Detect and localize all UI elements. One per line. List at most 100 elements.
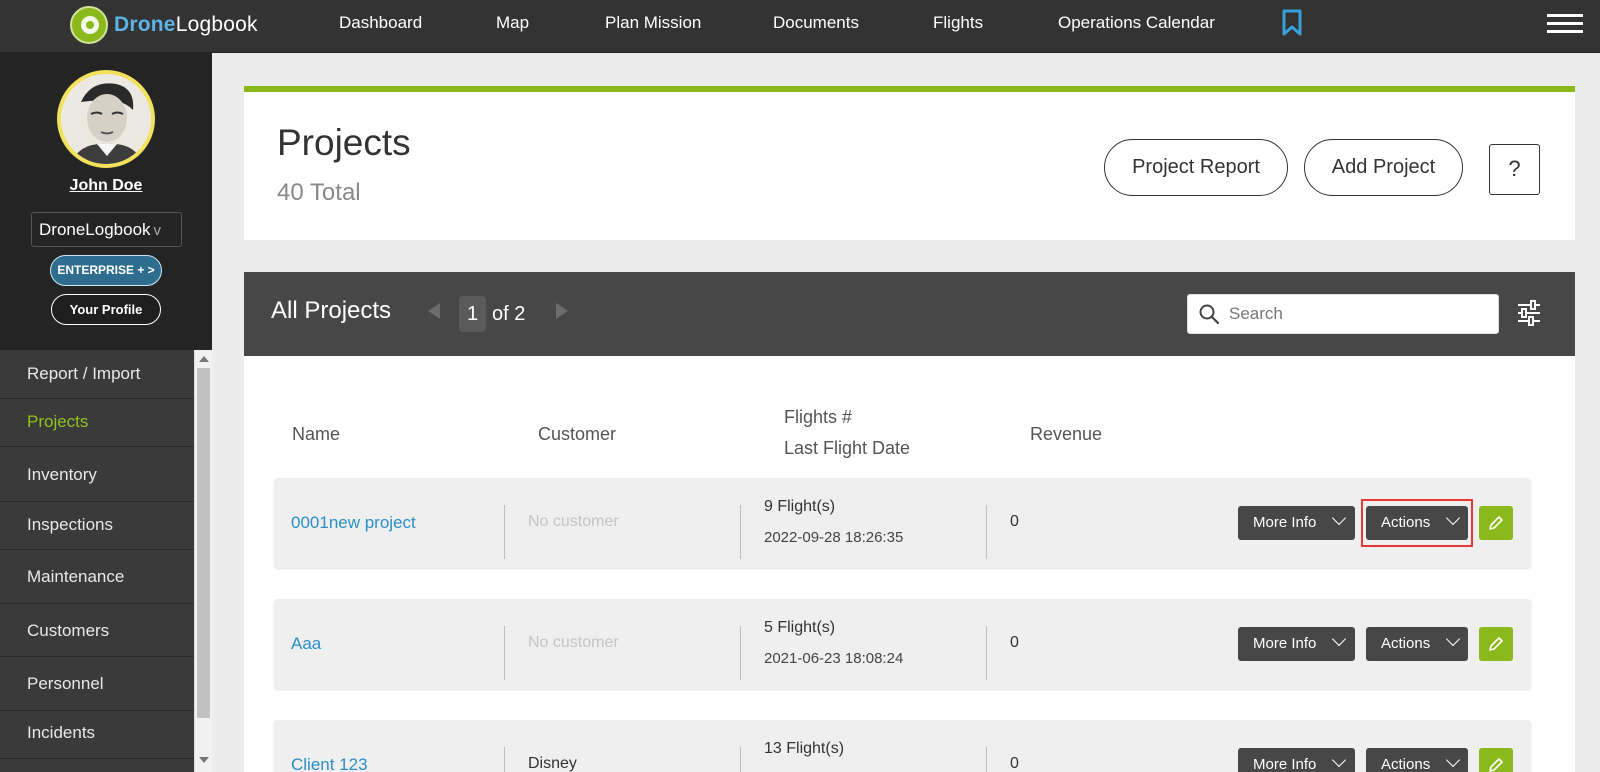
edit-project-button[interactable] (1479, 627, 1513, 661)
nav-documents[interactable]: Documents (773, 0, 859, 45)
page-title: Projects (277, 122, 411, 163)
customer-value: No customer (528, 513, 619, 530)
flights-count: 9 Flight(s) (764, 498, 836, 515)
actions-label: Actions (1381, 756, 1431, 772)
edit-project-button[interactable] (1479, 748, 1513, 772)
column-divider (740, 626, 741, 680)
actions-button[interactable]: Actions (1366, 748, 1468, 772)
nav-operations-calendar[interactable]: Operations Calendar (1058, 0, 1215, 45)
chevron-down-icon (1331, 631, 1347, 647)
projects-table: Name Customer Flights # Last Flight Date… (244, 356, 1575, 772)
actions-highlight-box (1361, 499, 1473, 547)
previous-page-arrow-icon[interactable] (428, 303, 440, 319)
customer-value: No customer (528, 634, 619, 651)
column-divider (986, 505, 987, 559)
column-divider (740, 747, 741, 772)
search-input[interactable] (1229, 301, 1489, 327)
revenue-value: 0 (1010, 755, 1019, 772)
flights-count: 5 Flight(s) (764, 619, 836, 636)
your-profile-button[interactable]: Your Profile (51, 294, 161, 325)
pencil-icon (1489, 637, 1503, 651)
project-report-button[interactable]: Project Report (1104, 139, 1288, 196)
column-header-revenue[interactable]: Revenue (1030, 424, 1102, 445)
filter-settings-icon[interactable] (1516, 299, 1542, 327)
top-navigation-bar: DroneLogbook Dashboard Map Plan Mission … (0, 0, 1600, 53)
column-divider (504, 747, 505, 772)
bookmark-icon[interactable] (1282, 9, 1302, 36)
search-box[interactable] (1187, 294, 1499, 334)
flights-count: 13 Flight(s) (764, 740, 845, 757)
sidebar-item-customers[interactable]: Customers (0, 604, 194, 657)
edit-project-button[interactable] (1479, 506, 1513, 540)
sidebar-item-personnel[interactable]: Personnel (0, 657, 194, 711)
pencil-icon (1489, 758, 1503, 772)
column-divider (504, 505, 505, 559)
avatar[interactable] (57, 70, 155, 168)
scrollbar-thumb[interactable] (197, 368, 210, 718)
current-page-number[interactable]: 1 (459, 296, 486, 332)
next-page-arrow-icon[interactable] (556, 303, 568, 319)
more-info-label: More Info (1253, 514, 1317, 531)
help-button[interactable]: ? (1489, 144, 1540, 195)
sidebar-scrollbar[interactable] (194, 350, 212, 772)
column-header-flights[interactable]: Flights # (784, 407, 852, 428)
enterprise-plan-badge[interactable]: ENTERPRISE + > (50, 255, 162, 286)
last-flight-date: 2022-09-28 18:26:35 (764, 529, 904, 546)
chevron-down-icon (1445, 752, 1461, 768)
more-info-label: More Info (1253, 756, 1317, 772)
sidebar-item-inspections[interactable]: Inspections (0, 502, 194, 550)
sidebar-profile-panel: John Doe DroneLogbook v ENTERPRISE + > Yo… (0, 53, 212, 350)
column-header-last-flight-date[interactable]: Last Flight Date (784, 438, 910, 459)
sidebar-item-maintenance[interactable]: Maintenance (0, 550, 194, 604)
project-name-link[interactable]: Client 123 (291, 755, 368, 772)
organization-name: DroneLogbook (39, 220, 151, 239)
sidebar-item-inventory[interactable]: Inventory (0, 447, 194, 502)
table-row[interactable]: Client 123 Disney 13 Flight(s) 0 More In… (274, 720, 1531, 772)
sidebar-item-projects[interactable]: Projects (0, 399, 194, 447)
more-info-button[interactable]: More Info (1238, 506, 1355, 540)
user-name-link[interactable]: John Doe (0, 177, 212, 195)
revenue-value: 0 (1010, 513, 1019, 530)
page-count-label: of 2 (492, 303, 526, 325)
all-projects-toolbar: All Projects 1 of 2 (244, 272, 1575, 356)
column-divider (504, 626, 505, 680)
project-name-link[interactable]: 0001new project (291, 513, 416, 533)
panel-title: All Projects (271, 297, 392, 324)
sidebar-item-report-import[interactable]: Report / Import (0, 350, 194, 399)
projects-header-card: Projects 40 Total Project Report Add Pro… (244, 86, 1575, 240)
search-icon (1199, 304, 1219, 324)
more-info-button[interactable]: More Info (1238, 748, 1355, 772)
nav-plan-mission[interactable]: Plan Mission (605, 0, 701, 45)
table-row[interactable]: 0001new project No customer 9 Flight(s) … (274, 478, 1531, 568)
scroll-down-arrow-icon[interactable] (199, 757, 209, 763)
nav-flights[interactable]: Flights (933, 0, 983, 45)
chevron-down-icon: v (153, 222, 162, 239)
customer-value: Disney (528, 755, 577, 772)
project-name-link[interactable]: Aaa (291, 634, 321, 654)
last-flight-date: 2021-06-23 18:08:24 (764, 650, 904, 667)
dronelogbook-logo[interactable]: DroneLogbook (70, 3, 258, 47)
column-divider (740, 505, 741, 559)
actions-button[interactable]: Actions (1366, 627, 1468, 661)
logo-text: DroneLogbook (114, 13, 258, 36)
pencil-icon (1489, 516, 1503, 530)
hamburger-menu-icon[interactable] (1547, 14, 1583, 34)
more-info-label: More Info (1253, 635, 1317, 652)
more-info-button[interactable]: More Info (1238, 627, 1355, 661)
table-row[interactable]: Aaa No customer 5 Flight(s) 2021-06-23 1… (274, 599, 1531, 689)
projects-total-count: 40 Total (277, 179, 361, 206)
actions-label: Actions (1381, 635, 1431, 652)
organization-select[interactable]: DroneLogbook v (31, 212, 182, 247)
column-header-customer[interactable]: Customer (538, 424, 616, 445)
nav-dashboard[interactable]: Dashboard (339, 0, 422, 45)
column-divider (986, 626, 987, 680)
chevron-down-icon (1331, 752, 1347, 768)
scroll-up-arrow-icon[interactable] (199, 356, 209, 362)
add-project-button[interactable]: Add Project (1304, 139, 1463, 196)
sidebar-item-incidents[interactable]: Incidents (0, 711, 194, 759)
chevron-down-icon (1331, 510, 1347, 526)
nav-map[interactable]: Map (496, 0, 529, 45)
column-header-name[interactable]: Name (292, 424, 340, 445)
revenue-value: 0 (1010, 634, 1019, 651)
sidebar-menu: Report / Import Projects Inventory Inspe… (0, 350, 194, 772)
